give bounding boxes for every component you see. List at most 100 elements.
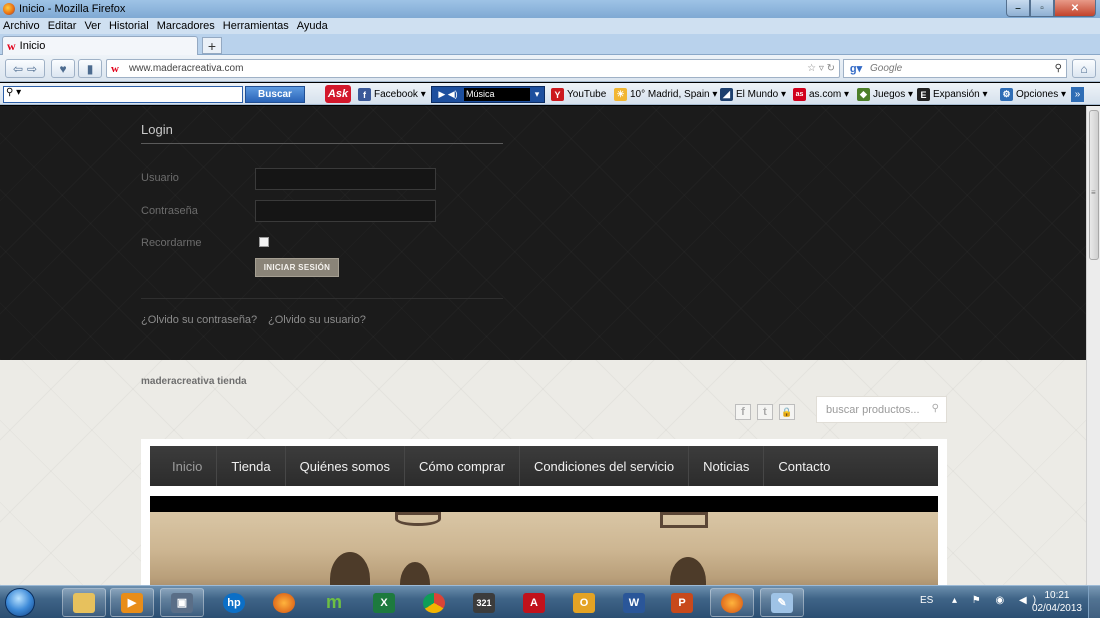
nav-quienes-somos[interactable]: Quiénes somos [286,446,405,486]
firefox-active-taskbar-button[interactable] [710,588,754,617]
menu-ayuda[interactable]: Ayuda [297,20,328,32]
hp-taskbar-button[interactable]: hp [212,588,256,617]
scrollbar-thumb[interactable] [1089,110,1099,260]
paint-taskbar-button[interactable]: ✎ [760,588,804,617]
tab-strip: w Inicio + [0,34,1100,55]
menu-ver[interactable]: Ver [84,20,101,32]
picture-frame [660,512,708,528]
google-icon[interactable]: g▾ [846,61,866,76]
ask-logo[interactable]: Ask [325,85,351,103]
url-favicon-icon: w [111,62,119,75]
elmundo-icon: ◢ [720,88,733,101]
product-search-input[interactable]: buscar productos... ⚲ [816,396,947,423]
lock-icon[interactable]: 🔒 [779,404,795,420]
menu-editar[interactable]: Editar [48,20,77,32]
app-taskbar-button[interactable]: ▣ [160,588,204,617]
menu-historial[interactable]: Historial [109,20,149,32]
explorer-taskbar-button[interactable] [62,588,106,617]
bookmark-opciones[interactable]: ⚙ Opciones ▾ [1000,87,1066,102]
site-name[interactable]: maderacreativa tienda [141,376,247,387]
nav-condiciones[interactable]: Condiciones del servicio [520,446,690,486]
app-icon: ▣ [171,592,193,613]
ask-search-input[interactable]: ⚲ ▾ [3,86,243,103]
ask-search-button[interactable]: Buscar [245,86,305,103]
ask-toolbar: ⚲ ▾ Buscar Ask f Facebook ▾ ▶ ◀) Música … [0,83,1100,105]
stats-icon[interactable]: ▮ [78,59,102,78]
bookmark-facebook[interactable]: f Facebook ▾ [358,87,426,102]
login-title: Login [141,122,173,137]
play-icon[interactable]: ▶ ◀) [432,89,464,100]
menu-marcadores[interactable]: Marcadores [157,20,215,32]
bookmark-elmundo[interactable]: ◢ El Mundo ▾ [720,87,786,102]
start-button[interactable] [5,588,35,617]
media-taskbar-button[interactable]: ▶ [110,588,154,617]
bookmark-weather[interactable]: ☀ 10° Madrid, Spain ▾ [614,87,717,102]
image-slider[interactable] [150,496,938,585]
twitter-icon[interactable]: t [757,404,773,420]
player-321-icon: 321 [473,592,495,613]
bookmark-juegos[interactable]: ◆ Juegos ▾ [857,87,913,102]
close-button[interactable]: ✕ [1054,0,1096,17]
nav-tienda[interactable]: Tienda [217,446,286,486]
addon-icon[interactable]: ♥ [51,59,75,78]
new-tab-button[interactable]: + [202,37,222,54]
password-input[interactable] [255,200,436,222]
url-text: www.maderacreativa.com [128,63,244,74]
firefox-taskbar-button[interactable] [262,588,306,617]
taskbar: ▶ ▣ hp m X 321 A O W P ✎ ES ▴ ⚑ ◉ ◀) 10:… [0,585,1100,618]
nav-noticias[interactable]: Noticias [689,446,765,486]
show-desktop-button[interactable] [1088,586,1100,618]
facebook-icon: f [358,88,371,101]
paint-icon: ✎ [771,592,793,613]
login-panel: Login Usuario Contraseña Recordarme INIC… [0,106,1086,360]
chevron-down-icon[interactable]: ▾ [530,89,544,100]
nav-contacto[interactable]: Contacto [764,446,844,486]
bookmark-as[interactable]: as as.com ▾ [793,87,849,102]
forgot-username-link[interactable]: ¿Olvido su usuario? [268,314,366,326]
home-icon[interactable]: ⌂ [1072,59,1096,78]
more-bookmarks-icon[interactable]: » [1071,87,1084,102]
url-bar[interactable]: w www.maderacreativa.com ☆ ▿ ↻ [106,59,840,78]
clock-date: 02/04/2013 [1031,603,1082,614]
outlook-taskbar-button[interactable]: O [562,588,606,617]
chrome-taskbar-button[interactable] [412,588,456,617]
maximize-button[interactable]: ▫ [1030,0,1054,17]
games-icon: ◆ [857,88,870,101]
web-search-box[interactable]: g▾ Google ⚲ [843,59,1067,78]
minimize-button[interactable]: – [1006,0,1030,17]
nav-inicio[interactable]: Inicio [150,446,218,486]
language-indicator[interactable]: ES [920,595,933,606]
excel-taskbar-button[interactable]: X [362,588,406,617]
store-page: maderacreativa tienda f t 🔒 buscar produ… [0,360,1086,585]
firefox-icon [273,592,295,613]
page-scrollbar[interactable]: ≡ [1086,106,1100,585]
powerpoint-taskbar-button[interactable]: P [660,588,704,617]
nav-como-comprar[interactable]: Cómo comprar [405,446,520,486]
bookmark-star-icon[interactable]: ☆ ▿ ↻ [807,63,835,74]
clock[interactable]: 10:21 02/04/2013 [1032,589,1082,615]
movistar-taskbar-button[interactable]: m [312,588,356,617]
tab-inicio[interactable]: w Inicio [2,36,198,55]
facebook-icon[interactable]: f [735,404,751,420]
page-viewport: Login Usuario Contraseña Recordarme INIC… [0,106,1086,585]
bookmark-youtube[interactable]: Y YouTube [551,87,606,102]
outlook-icon: O [573,592,595,613]
media321-taskbar-button[interactable]: 321 [462,588,506,617]
forgot-password-link[interactable]: ¿Olvido su contraseña? [141,314,257,326]
word-taskbar-button[interactable]: W [612,588,656,617]
music-player[interactable]: ▶ ◀) Música ▾ [431,86,545,103]
menu-archivo[interactable]: Archivo [3,20,40,32]
search-icon[interactable]: ⚲ [932,403,939,414]
back-forward-button[interactable]: ⇦ ⇨ [5,59,45,78]
login-button[interactable]: INICIAR SESIÓN [255,258,339,277]
remember-checkbox[interactable] [259,237,269,247]
bookmark-expansion[interactable]: E Expansión ▾ [917,87,988,102]
username-input[interactable] [255,168,436,190]
acrobat-taskbar-button[interactable]: A [512,588,556,617]
menu-herramientas[interactable]: Herramientas [223,20,289,32]
search-icon[interactable]: ⚲ [1055,63,1062,74]
tray-icons[interactable]: ▴ ⚑ ◉ ◀) [952,595,1042,606]
decor-plant [330,552,370,585]
youtube-icon: Y [551,88,564,101]
username-label: Usuario [141,172,179,184]
